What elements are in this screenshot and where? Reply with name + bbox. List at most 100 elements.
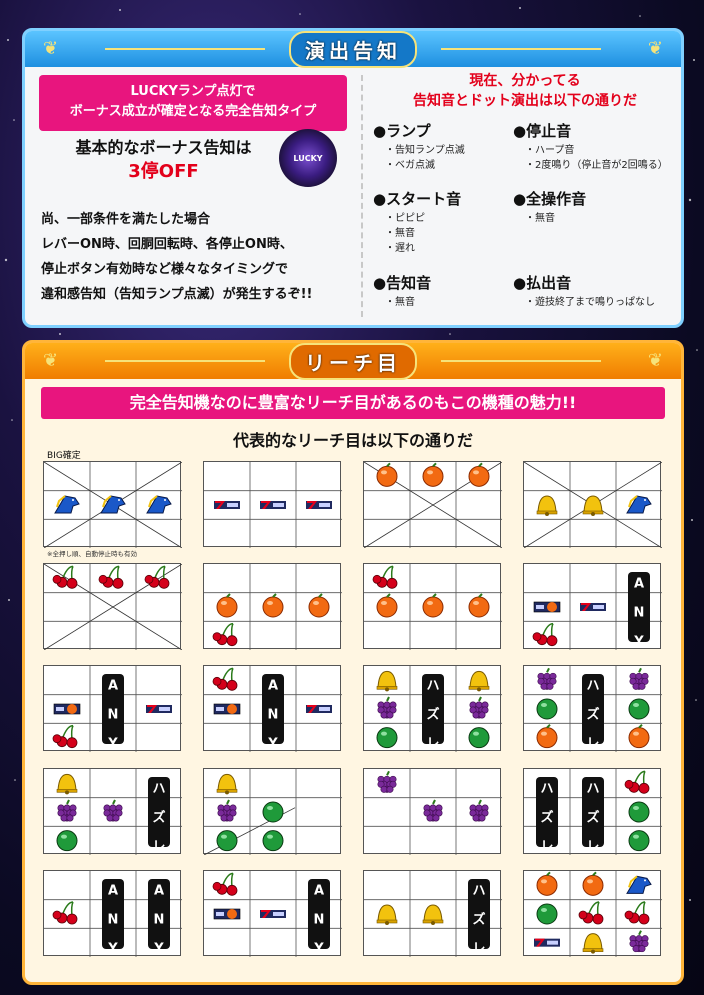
lucky-lamp-icon: LUCKY xyxy=(279,129,337,187)
grape-icon xyxy=(103,799,123,822)
svg-text:ハ: ハ xyxy=(426,679,439,694)
horse-icon xyxy=(54,495,80,514)
svg-text:ズ: ズ xyxy=(540,810,553,826)
hazure-box: ハズレ xyxy=(536,777,558,855)
ornament-icon: ❦ xyxy=(43,38,59,59)
seven-icon xyxy=(214,501,240,509)
svg-text:N: N xyxy=(268,708,279,723)
orange-icon xyxy=(468,462,490,487)
seven-icon xyxy=(534,938,560,947)
three-stop-off: 3停OFF xyxy=(128,161,199,182)
svg-text:ズ: ズ xyxy=(426,707,439,723)
orange-icon xyxy=(262,593,284,618)
grape-icon xyxy=(423,799,443,822)
svg-text:レ: レ xyxy=(426,737,439,752)
svg-text:Y: Y xyxy=(313,942,324,957)
any-box: ANY xyxy=(102,879,124,957)
bell-icon xyxy=(376,670,398,692)
cherry-icon xyxy=(532,622,558,647)
cherry-icon xyxy=(372,565,398,589)
orange-icon xyxy=(468,593,490,618)
grape-icon xyxy=(629,930,649,953)
cherry-icon xyxy=(52,901,78,925)
bar-icon xyxy=(213,703,241,715)
reach-eye-cell xyxy=(203,563,342,650)
orange-icon xyxy=(216,593,238,618)
reach-eye-cell: ハズレハズレ xyxy=(523,768,662,855)
svg-text:Y: Y xyxy=(107,942,118,957)
svg-text:N: N xyxy=(154,913,165,928)
orange-icon xyxy=(628,723,650,749)
seven-icon xyxy=(146,705,172,713)
cherry-icon xyxy=(212,872,238,896)
basic-notice-text: 基本的なボーナス告知は 3停OFF xyxy=(41,136,286,184)
any-box: ANY xyxy=(628,572,650,650)
reach-eye-cell xyxy=(363,461,502,548)
bar-icon xyxy=(533,601,561,613)
reach-eye-cell: ANY xyxy=(203,665,342,752)
reach-eye-cell xyxy=(363,563,502,650)
watermelon-icon xyxy=(628,698,650,720)
orange-icon xyxy=(308,593,330,618)
bell-icon xyxy=(582,933,604,954)
lucky-lamp-box: LUCKYランプ点灯で ボーナス成立が確定となる完全告知タイプ xyxy=(39,75,347,131)
bell-icon xyxy=(582,495,604,516)
watermelon-icon xyxy=(56,830,78,852)
bell-icon xyxy=(422,904,444,925)
reach-subheading: 代表的なリーチ目は以下の通りだ xyxy=(232,431,473,450)
hazure-box: ハズレ xyxy=(468,879,490,957)
orange-icon xyxy=(582,871,604,896)
svg-text:ハ: ハ xyxy=(586,679,599,694)
svg-text:A: A xyxy=(314,884,324,899)
orange-icon xyxy=(376,462,398,487)
svg-text:A: A xyxy=(634,577,644,592)
horse-icon xyxy=(626,875,652,894)
hazure-box: ハズレ xyxy=(148,777,170,855)
reach-eye-cell: ANYANY xyxy=(43,870,182,957)
ornament-icon: ❦ xyxy=(647,350,663,371)
grape-icon xyxy=(57,799,77,822)
cherry-icon xyxy=(52,724,78,749)
svg-text:ズ: ズ xyxy=(586,810,599,826)
svg-text:ハ: ハ xyxy=(472,884,485,899)
cherry-icon xyxy=(212,667,238,691)
bell-icon xyxy=(56,773,78,795)
grape-icon xyxy=(537,667,557,690)
hazure-box: ハズレ xyxy=(422,674,444,752)
grape-icon xyxy=(469,696,489,719)
bell-icon xyxy=(216,773,238,795)
cherry-icon xyxy=(578,901,604,925)
cherry-icon xyxy=(624,901,650,925)
any-box: ANY xyxy=(102,674,124,752)
svg-text:A: A xyxy=(268,679,278,694)
svg-text:ハ: ハ xyxy=(586,782,599,797)
orange-icon xyxy=(376,593,398,618)
reach-eye-panel: ❦ リーチ目 ❦ 完全告知機なのに豊富なリーチ目があるのもこの機種の魅力!! 代… xyxy=(22,340,684,985)
watermelon-icon xyxy=(262,830,284,852)
seven-icon xyxy=(260,501,286,509)
section-notice-sound: ●告知音 ・無音 xyxy=(373,274,432,308)
big-confirm-label: BIG確定 xyxy=(47,451,81,461)
bell-icon xyxy=(536,495,558,516)
svg-text:Y: Y xyxy=(107,737,118,752)
any-box: ANY xyxy=(308,879,330,957)
svg-text:A: A xyxy=(154,884,164,899)
orange-icon xyxy=(536,723,558,749)
svg-text:ズ: ズ xyxy=(472,912,485,928)
reach-eye-cell: ANY xyxy=(43,665,182,752)
seven-icon xyxy=(580,603,606,611)
hazure-box: ハズレ xyxy=(582,674,604,752)
notice-panel: ❦ 演出告知 ❦ LUCKYランプ点灯で ボーナス成立が確定となる完全告知タイプ… xyxy=(22,28,684,328)
svg-text:N: N xyxy=(108,913,119,928)
svg-text:レ: レ xyxy=(586,737,599,752)
cherry-icon xyxy=(98,565,124,589)
bar-icon xyxy=(53,703,81,715)
section-payout-sound: ●払出音 ・遊技終了まで鳴りっぱなし xyxy=(513,274,655,308)
ornament-icon: ❦ xyxy=(43,350,59,371)
orange-icon xyxy=(422,593,444,618)
horse-icon xyxy=(626,495,652,514)
reach-eye-cell xyxy=(363,768,502,855)
all-order-note: ※全押し順、自動停止時も有効 xyxy=(47,550,137,558)
grape-icon xyxy=(377,770,397,793)
watermelon-icon xyxy=(628,830,650,852)
